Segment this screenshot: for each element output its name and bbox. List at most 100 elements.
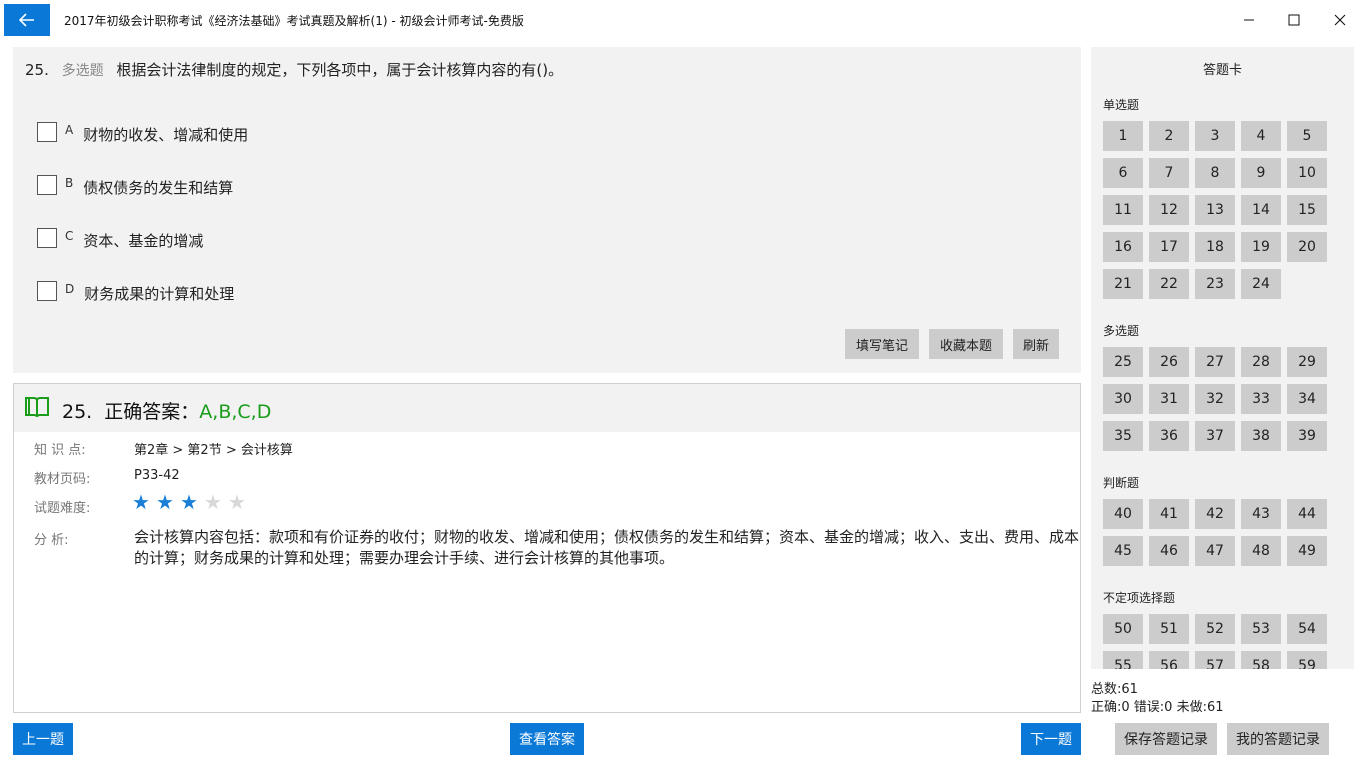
question-number-cell[interactable]: 23: [1195, 269, 1235, 299]
star-icon: ★: [156, 490, 174, 514]
close-button[interactable]: [1317, 0, 1363, 40]
minimize-button[interactable]: [1226, 0, 1272, 40]
back-button[interactable]: [4, 4, 50, 36]
window-title: 2017年初级会计职称考试《经济法基础》考试真题及解析(1) - 初级会计师考试…: [64, 14, 524, 28]
question-number-cell[interactable]: 20: [1287, 232, 1327, 262]
question-number-cell[interactable]: 15: [1287, 195, 1327, 225]
book-icon: [25, 397, 49, 418]
question-number-cell[interactable]: 34: [1287, 384, 1327, 414]
question-number-cell[interactable]: 25: [1103, 347, 1143, 377]
question-number-cell[interactable]: 26: [1149, 347, 1189, 377]
question-number-cell[interactable]: 24: [1241, 269, 1281, 299]
question-number-cell[interactable]: 7: [1149, 158, 1189, 188]
difficulty-stars: ★ ★ ★ ★ ★: [132, 491, 252, 513]
question-number-cell[interactable]: 43: [1241, 499, 1281, 529]
maximize-icon: [1288, 14, 1300, 26]
question-number-cell[interactable]: 1: [1103, 121, 1143, 151]
question-number-cell[interactable]: 57: [1195, 651, 1235, 669]
judge-grid: 40 41 42 43 44 45 46 47 48 49: [1103, 499, 1327, 566]
question-number-cell[interactable]: 22: [1149, 269, 1189, 299]
question-number-cell[interactable]: 39: [1287, 421, 1327, 451]
option-d-key: D: [65, 282, 75, 296]
my-records-button[interactable]: 我的答题记录: [1227, 723, 1329, 755]
question-number-cell[interactable]: 50: [1103, 614, 1143, 644]
question-number-cell[interactable]: 17: [1149, 232, 1189, 262]
option-b[interactable]: B 债权债务的发生和结算: [37, 175, 233, 198]
answer-card: 答题卡 单选题 1 2 3 4 5 6 7 8 9 10 11 12 13 14 15 16 17 18 19 20 2…: [1091, 47, 1354, 669]
question-number-cell[interactable]: 9: [1241, 158, 1281, 188]
option-b-checkbox[interactable]: [37, 175, 57, 195]
question-number-cell[interactable]: 36: [1149, 421, 1189, 451]
show-answer-button[interactable]: 查看答案: [510, 723, 584, 755]
option-c-checkbox[interactable]: [37, 228, 57, 248]
option-a[interactable]: A 财物的收发、增减和使用: [37, 122, 248, 145]
question-number-cell[interactable]: 18: [1195, 232, 1235, 262]
question-number-cell[interactable]: 33: [1241, 384, 1281, 414]
question-number-cell[interactable]: 54: [1287, 614, 1327, 644]
question-number-cell[interactable]: 49: [1287, 536, 1327, 566]
option-a-key: A: [65, 123, 74, 137]
question-number-cell[interactable]: 37: [1195, 421, 1235, 451]
option-a-checkbox[interactable]: [37, 122, 57, 142]
question-number-cell[interactable]: 47: [1195, 536, 1235, 566]
question-number-cell[interactable]: 53: [1241, 614, 1281, 644]
question-number-cell[interactable]: 46: [1149, 536, 1189, 566]
question-number-cell[interactable]: 8: [1195, 158, 1235, 188]
prev-question-button[interactable]: 上一题: [13, 723, 73, 755]
question-number-cell[interactable]: 3: [1195, 121, 1235, 151]
section-label-single: 单选题: [1103, 98, 1140, 112]
refresh-button[interactable]: 刷新: [1013, 329, 1059, 359]
section-label-multi: 多选题: [1103, 324, 1140, 338]
question-number-cell[interactable]: 19: [1241, 232, 1281, 262]
option-b-text: 债权债务的发生和结算: [83, 179, 234, 197]
question-number-cell[interactable]: 59: [1287, 651, 1327, 669]
difficulty-label: 试题难度:: [34, 501, 91, 516]
question-number-cell[interactable]: 32: [1195, 384, 1235, 414]
question-number-cell[interactable]: 5: [1287, 121, 1327, 151]
question-number-cell[interactable]: 40: [1103, 499, 1143, 529]
page-value: P33-42: [134, 468, 180, 483]
question-number-cell[interactable]: 52: [1195, 614, 1235, 644]
question-number-cell[interactable]: 14: [1241, 195, 1281, 225]
question-number-cell[interactable]: 48: [1241, 536, 1281, 566]
option-c[interactable]: C 资本、基金的增减: [37, 228, 203, 251]
question-number-cell[interactable]: 29: [1287, 347, 1327, 377]
favorite-button[interactable]: 收藏本题: [929, 329, 1003, 359]
question-number-cell[interactable]: 42: [1195, 499, 1235, 529]
question-number-cell[interactable]: 16: [1103, 232, 1143, 262]
question-number-cell[interactable]: 21: [1103, 269, 1143, 299]
question-number-cell[interactable]: 35: [1103, 421, 1143, 451]
question-number-cell[interactable]: 44: [1287, 499, 1327, 529]
option-d[interactable]: D 财务成果的计算和处理: [37, 281, 234, 304]
question-number-cell[interactable]: 31: [1149, 384, 1189, 414]
question-number-cell[interactable]: 27: [1195, 347, 1235, 377]
question-number-cell[interactable]: 30: [1103, 384, 1143, 414]
indefinite-choice-grid: 50 51 52 53 54 55 56 57 58 59: [1103, 614, 1327, 669]
question-number-cell[interactable]: 51: [1149, 614, 1189, 644]
question-panel: 25. 多选题 根据会计法律制度的规定，下列各项中，属于会计核算内容的有()。 …: [13, 47, 1081, 373]
save-record-button[interactable]: 保存答题记录: [1115, 723, 1217, 755]
question-number-cell[interactable]: 56: [1149, 651, 1189, 669]
minimize-icon: [1244, 19, 1254, 21]
star-icon: ★: [132, 490, 150, 514]
question-number-cell[interactable]: 10: [1287, 158, 1327, 188]
question-number-cell[interactable]: 6: [1103, 158, 1143, 188]
write-note-button[interactable]: 填写笔记: [845, 329, 919, 359]
star-icon: ★: [228, 490, 246, 514]
question-number-cell[interactable]: 4: [1241, 121, 1281, 151]
question-number-cell[interactable]: 2: [1149, 121, 1189, 151]
question-number-cell[interactable]: 55: [1103, 651, 1143, 669]
next-question-button[interactable]: 下一题: [1021, 723, 1081, 755]
question-number-cell[interactable]: 58: [1241, 651, 1281, 669]
question-header: 25. 多选题 根据会计法律制度的规定，下列各项中，属于会计核算内容的有()。: [25, 59, 563, 80]
question-number-cell[interactable]: 28: [1241, 347, 1281, 377]
option-d-checkbox[interactable]: [37, 281, 57, 301]
question-number-cell[interactable]: 41: [1149, 499, 1189, 529]
section-label-indefinite: 不定项选择题: [1103, 591, 1176, 605]
question-number-cell[interactable]: 11: [1103, 195, 1143, 225]
question-number-cell[interactable]: 13: [1195, 195, 1235, 225]
question-number-cell[interactable]: 45: [1103, 536, 1143, 566]
maximize-button[interactable]: [1271, 0, 1317, 40]
question-number-cell[interactable]: 12: [1149, 195, 1189, 225]
question-number-cell[interactable]: 38: [1241, 421, 1281, 451]
